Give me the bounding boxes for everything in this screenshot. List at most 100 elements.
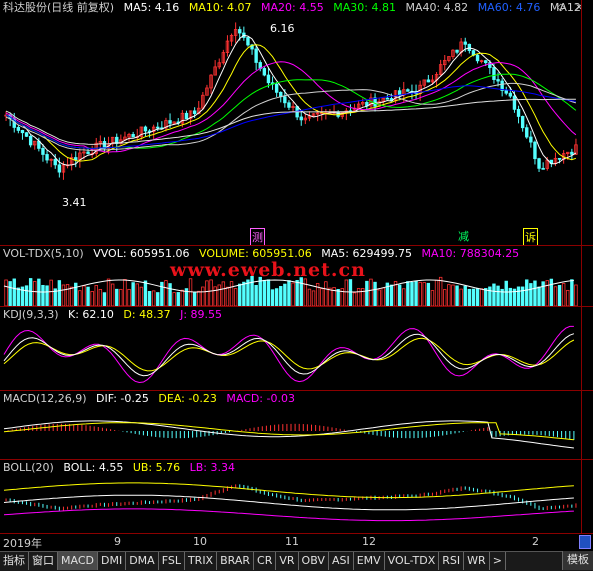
volume-bar [110, 283, 115, 306]
tab-asi[interactable]: ASI [329, 552, 354, 570]
tab-fsl[interactable]: FSL [159, 552, 185, 570]
candle-body [143, 126, 148, 132]
candle-body [557, 157, 562, 160]
candle-body [455, 49, 459, 53]
volume-bar [217, 284, 221, 306]
volume-bar [348, 279, 353, 306]
volume-bar [447, 284, 451, 306]
date-label: 9 [114, 535, 121, 548]
tab-macd[interactable]: MACD [58, 552, 98, 570]
tab-cr[interactable]: CR [254, 552, 277, 570]
tab-trix[interactable]: TRIX [185, 552, 218, 570]
candle-body [53, 158, 57, 166]
volume-bar [537, 286, 541, 306]
volume-bar [451, 284, 455, 306]
candle-body [385, 97, 390, 100]
volume-bar [254, 284, 258, 306]
volume-bar [90, 291, 94, 306]
candle-body [287, 102, 291, 108]
price-pane[interactable]: 科达股份(日线 前复权) MA5: 4.16 MA10: 4.07 MA20: … [0, 0, 593, 245]
kdj-legend: KDJ(9,3,3) K: 62.10 D: 48.37 J: 89.55 [0, 307, 228, 322]
volume-bar [37, 278, 41, 306]
low-price-label: 3.41 [62, 196, 87, 209]
volume-bar [61, 284, 66, 306]
candle-body [426, 79, 431, 83]
volume-bar [397, 284, 402, 306]
tab-brar[interactable]: BRAR [217, 552, 255, 570]
boll-ub-value: UB: 5.76 [132, 461, 181, 474]
volume-bar [299, 277, 303, 306]
kdj-title: KDJ(9,3,3) [3, 308, 59, 321]
volume-bar [192, 292, 197, 306]
volume-bar [147, 291, 152, 306]
volume-bar [484, 288, 488, 306]
tab-rsi[interactable]: RSI [439, 552, 465, 570]
candle-body [373, 97, 377, 107]
event-marker-3[interactable]: 诉 [523, 228, 538, 245]
macd-pane[interactable]: MACD(12,26,9) DIF: -0.25 DEA: -0.23 MACD… [0, 391, 593, 459]
volume-bar [119, 288, 123, 306]
boll-pane[interactable]: BOLL(20) BOLL: 4.55 UB: 5.76 LB: 3.34 [0, 460, 593, 533]
volume-bar [344, 279, 349, 306]
candle-body [168, 120, 172, 124]
macd-legend: MACD(12,26,9) DIF: -0.25 DEA: -0.23 MACD… [0, 391, 301, 406]
candle-body [238, 29, 242, 34]
volume-bar [24, 285, 29, 306]
volume-bar [422, 282, 426, 306]
stock-title: 科达股份(日线 前复权) [3, 1, 115, 14]
volume-bar [131, 282, 135, 306]
tab-emv[interactable]: EMV [354, 552, 385, 570]
volume-bar [115, 288, 119, 306]
volume-bar [28, 278, 33, 306]
volume-bar [16, 287, 21, 306]
watermark-text: www.eweb.net.cn [170, 259, 366, 281]
tab-indicator[interactable]: 指标 [0, 552, 29, 570]
volume-bar [106, 278, 111, 306]
volume-bar [188, 278, 193, 306]
volume-bar [508, 287, 513, 306]
candle-body [192, 110, 197, 114]
volume-bar [78, 290, 82, 306]
event-marker-1[interactable]: 测 [250, 228, 265, 245]
candle-body [20, 130, 25, 134]
volume-bar [213, 286, 217, 306]
candle-body [274, 83, 279, 93]
ma60-value: MA60: 4.76 [477, 1, 541, 14]
volume-bar [172, 292, 176, 306]
kdj-pane[interactable]: KDJ(9,3,3) K: 62.10 D: 48.37 J: 89.55 [0, 307, 593, 390]
scroll-right-button[interactable] [579, 535, 591, 549]
volume-bar [557, 285, 562, 306]
kdj-j-line [3, 325, 574, 384]
event-marker-2[interactable]: 减 [458, 228, 469, 244]
tab-vr[interactable]: VR [276, 552, 299, 570]
volume-bar [352, 292, 357, 306]
macd-title: MACD(12,26,9) [3, 392, 87, 405]
volume-bar [488, 286, 492, 306]
date-label: 2 [532, 535, 539, 548]
volume-bar [291, 282, 295, 306]
tab-dmi[interactable]: DMI [98, 552, 127, 570]
volume-bar [303, 278, 308, 306]
volume-bar [242, 281, 246, 306]
volume-bar [516, 286, 521, 306]
volume-bar [520, 286, 525, 306]
candle-body [28, 135, 33, 146]
tab-more-arrow[interactable]: > [490, 552, 506, 570]
volume-bar [151, 290, 156, 306]
macd-macd-value: MACD: -0.03 [226, 392, 295, 405]
volume-bar [430, 290, 435, 306]
volume-bar [459, 288, 463, 306]
tab-dma[interactable]: DMA [126, 552, 159, 570]
candle-body [492, 67, 496, 80]
volume-bar [41, 284, 45, 306]
volume-bar [336, 288, 340, 306]
volume-bar [33, 281, 37, 306]
tab-wr[interactable]: WR [464, 552, 490, 570]
volume-bar [320, 288, 324, 306]
template-button[interactable]: 模板 [562, 551, 593, 570]
tab-vol-tdx[interactable]: VOL-TDX [385, 552, 440, 570]
volume-bar [496, 285, 500, 306]
tab-window[interactable]: 窗口 [29, 552, 58, 570]
volume-bar [545, 280, 549, 306]
tab-obv[interactable]: OBV [299, 552, 329, 570]
